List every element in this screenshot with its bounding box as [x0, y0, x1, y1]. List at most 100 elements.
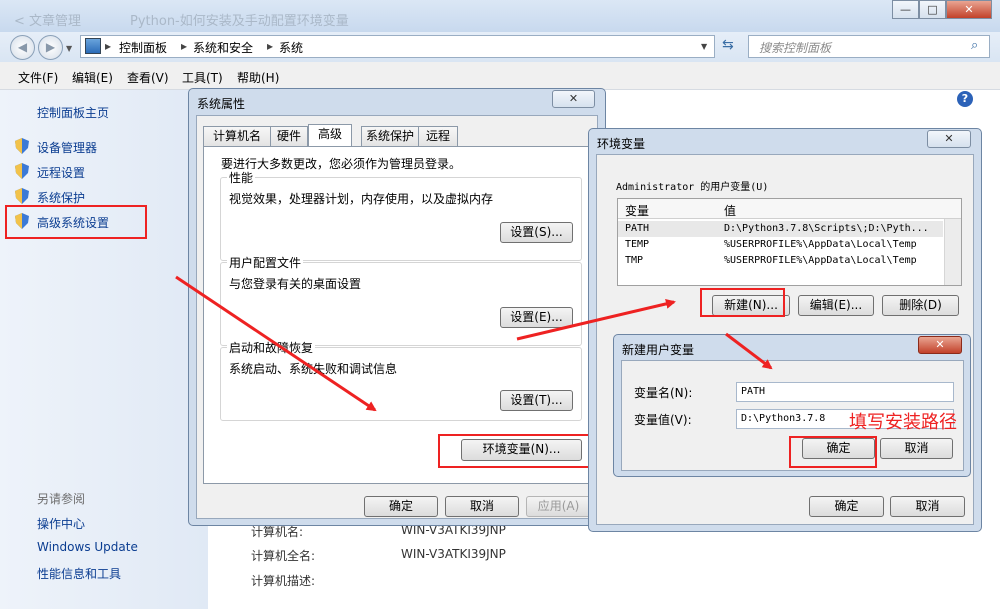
- table-cell-value[interactable]: %USERPROFILE%\AppData\Local\Temp: [724, 255, 917, 266]
- variable-value-value: D:\Python3.7.8: [741, 413, 826, 424]
- breadcrumb-system[interactable]: 系统: [279, 39, 303, 56]
- startup-recovery-settings-button[interactable]: 设置(T)...: [500, 390, 573, 411]
- see-also-performance-tools[interactable]: 性能信息和工具: [37, 565, 121, 582]
- highlight-box-new-ok: [789, 436, 877, 468]
- menu-bar: 文件(F) 编辑(E) 查看(V) 工具(T) 帮助(H): [0, 62, 1000, 90]
- new-user-variable-title: 新建用户变量: [622, 343, 695, 357]
- window-titlebar: < 文章管理 Python-如何安装及手动配置环境变量 — □ ✕: [0, 0, 1000, 32]
- admin-note: 要进行大多数更改，您必须作为管理员登录。: [221, 157, 462, 171]
- search-placeholder: 搜索控制面板: [759, 41, 832, 55]
- breadcrumb-separator-icon: ▸: [181, 39, 188, 53]
- table-cell-name[interactable]: PATH: [625, 223, 649, 234]
- uac-shield-icon: [15, 138, 29, 154]
- maximize-button[interactable]: □: [919, 0, 946, 19]
- back-button[interactable]: ◀: [10, 35, 35, 60]
- environment-variables-cancel-button[interactable]: 取消: [890, 496, 965, 517]
- help-icon[interactable]: ?: [957, 91, 973, 107]
- menu-tools[interactable]: 工具(T): [182, 69, 223, 86]
- new-user-variable-close-button[interactable]: ✕: [918, 336, 962, 354]
- startup-recovery-desc: 系统启动、系统失败和调试信息: [229, 362, 398, 376]
- edit-variable-button[interactable]: 编辑(E)...: [798, 295, 874, 316]
- system-properties-apply-button[interactable]: 应用(A): [526, 496, 591, 517]
- forward-arrow-icon: ▶: [45, 40, 56, 54]
- environment-variables-ok-button[interactable]: 确定: [809, 496, 884, 517]
- highlight-box-advanced-settings: [5, 205, 147, 239]
- breadcrumb-control-panel[interactable]: 控制面板: [119, 39, 167, 56]
- col-header-variable[interactable]: 变量: [625, 202, 649, 219]
- startup-recovery-title: 启动和故障恢复: [227, 339, 316, 356]
- variable-name-value: PATH: [741, 386, 766, 397]
- user-profiles-desc: 与您登录有关的桌面设置: [229, 277, 362, 291]
- menu-view[interactable]: 查看(V): [127, 69, 169, 86]
- table-cell-name[interactable]: TMP: [625, 255, 643, 266]
- close-window-button[interactable]: ✕: [946, 0, 992, 19]
- system-properties-cancel-button[interactable]: 取消: [445, 496, 519, 517]
- menu-file[interactable]: 文件(F): [18, 69, 58, 86]
- address-row: ◀ ▶ ▼ ▸ 控制面板 ▸ 系统和安全 ▸ 系统 ▼ ⇆ 搜索控制面板 ⌕: [0, 32, 1000, 62]
- col-header-value[interactable]: 值: [724, 202, 736, 219]
- performance-group: 性能 视觉效果，处理器计划，内存使用，以及虚拟内存 设置(S)...: [220, 169, 582, 261]
- breadcrumb-separator-icon: ▸: [267, 39, 274, 53]
- sidebar-item-device-manager[interactable]: 设备管理器: [37, 139, 97, 156]
- see-also-action-center[interactable]: 操作中心: [37, 515, 85, 532]
- list-header: [618, 199, 961, 219]
- user-variables-section-label: Administrator 的用户变量(U): [616, 182, 769, 193]
- address-bar[interactable]: ▸ 控制面板 ▸ 系统和安全 ▸ 系统 ▼: [80, 35, 715, 58]
- highlight-box-new-button: [700, 288, 785, 317]
- system-properties-ok-button[interactable]: 确定: [364, 496, 438, 517]
- refresh-icon[interactable]: ⇆: [722, 37, 734, 53]
- tab-computer-name[interactable]: 计算机名: [203, 126, 271, 146]
- back-arrow-icon: ◀: [17, 40, 28, 54]
- faint-page-title: Python-如何安装及手动配置环境变量: [130, 14, 349, 29]
- info-value-full-name: WIN-V3ATKI39JNP: [401, 547, 506, 561]
- variable-value-label: 变量值(V):: [634, 413, 692, 427]
- system-properties-close-button[interactable]: ✕: [552, 90, 595, 108]
- system-properties-title: 系统属性: [197, 97, 246, 111]
- user-variables-list[interactable]: 变量 值 PATH D:\Python3.7.8\Scripts\;D:\Pyt…: [617, 198, 962, 286]
- control-panel-icon: [85, 38, 101, 54]
- delete-variable-button[interactable]: 删除(D): [882, 295, 959, 316]
- sidebar-item-system-protection[interactable]: 系统保护: [37, 189, 85, 206]
- new-variable-cancel-button[interactable]: 取消: [880, 438, 953, 459]
- table-cell-value[interactable]: %USERPROFILE%\AppData\Local\Temp: [724, 239, 917, 250]
- address-dropdown-icon[interactable]: ▼: [701, 42, 707, 51]
- tab-system-protection[interactable]: 系统保护: [361, 126, 419, 146]
- startup-recovery-group: 启动和故障恢复 系统启动、系统失败和调试信息 设置(T)...: [220, 339, 582, 421]
- forward-button[interactable]: ▶: [38, 35, 63, 60]
- breadcrumb-system-security[interactable]: 系统和安全: [193, 39, 253, 56]
- environment-variables-title: 环境变量: [597, 137, 646, 151]
- user-profiles-title: 用户配置文件: [227, 254, 304, 271]
- search-input[interactable]: 搜索控制面板 ⌕: [748, 35, 990, 58]
- minimize-button[interactable]: —: [892, 0, 919, 19]
- performance-title: 性能: [227, 169, 256, 186]
- annotation-fill-install-path: 填写安装路径: [849, 412, 957, 433]
- menu-edit[interactable]: 编辑(E): [72, 69, 113, 86]
- uac-shield-icon: [15, 163, 29, 179]
- performance-desc: 视觉效果，处理器计划，内存使用，以及虚拟内存: [229, 192, 494, 206]
- variable-name-label: 变量名(N):: [634, 386, 693, 400]
- table-cell-value[interactable]: D:\Python3.7.8\Scripts\;D:\Pyth...: [724, 223, 929, 234]
- user-profiles-settings-button[interactable]: 设置(E)...: [500, 307, 573, 328]
- info-label-description: 计算机描述:: [251, 574, 316, 588]
- control-panel-home-link[interactable]: 控制面板主页: [37, 104, 109, 121]
- uac-shield-icon: [15, 188, 29, 204]
- table-cell-name[interactable]: TEMP: [625, 239, 649, 250]
- tab-advanced[interactable]: 高级: [308, 124, 352, 146]
- info-label-full-name: 计算机全名:: [251, 549, 316, 563]
- highlight-box-env-button: [438, 434, 599, 468]
- faint-tab-title: < 文章管理: [14, 14, 82, 29]
- tab-remote[interactable]: 远程: [418, 126, 458, 146]
- see-also-windows-update[interactable]: Windows Update: [37, 540, 138, 554]
- see-also-heading: 另请参阅: [37, 492, 86, 506]
- variable-name-field[interactable]: PATH: [736, 382, 954, 402]
- search-icon[interactable]: ⌕: [971, 38, 978, 53]
- environment-variables-close-button[interactable]: ✕: [927, 130, 971, 148]
- history-dropdown-icon[interactable]: ▼: [66, 44, 72, 53]
- tab-hardware[interactable]: 硬件: [270, 126, 308, 146]
- list-scrollbar[interactable]: [944, 219, 961, 285]
- performance-settings-button[interactable]: 设置(S)...: [500, 222, 573, 243]
- menu-help[interactable]: 帮助(H): [237, 69, 279, 86]
- user-profiles-group: 用户配置文件 与您登录有关的桌面设置 设置(E)...: [220, 254, 582, 346]
- left-navigation-panel: 控制面板主页 设备管理器 远程设置 系统保护 高级系统设置 另请参阅 操作中心 …: [0, 90, 208, 609]
- sidebar-item-remote-settings[interactable]: 远程设置: [37, 164, 85, 181]
